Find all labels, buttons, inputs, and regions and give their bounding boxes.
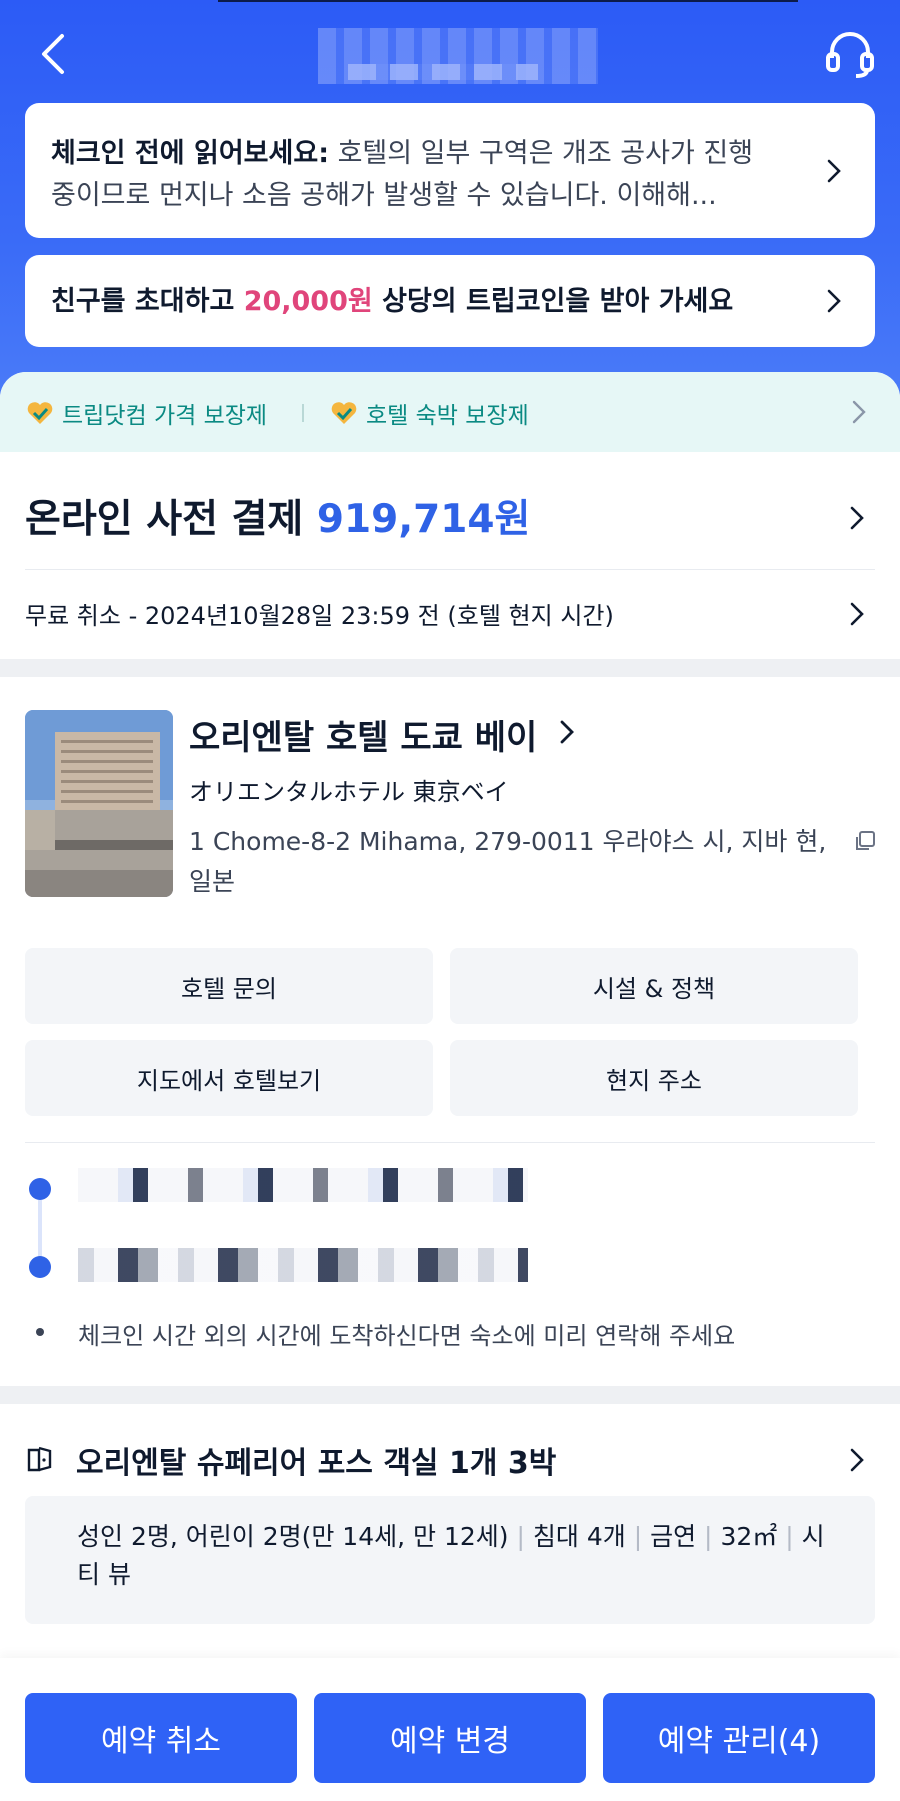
invite-friends-card[interactable]: 친구를 초대하고 20,000원 상당의 트립코인을 받아 가세요 bbox=[25, 255, 875, 347]
view-map-button[interactable]: 지도에서 호텔보기 bbox=[25, 1040, 433, 1116]
guarantee-item-stay: 호텔 숙박 보장제 bbox=[330, 396, 529, 430]
checkin-dot bbox=[29, 1178, 51, 1200]
modify-booking-button[interactable]: 예약 변경 bbox=[314, 1693, 586, 1783]
booking-detail-card bbox=[0, 372, 900, 1692]
room-size: 32㎡ bbox=[720, 1522, 778, 1551]
chevron-right-icon[interactable] bbox=[846, 504, 868, 532]
room-guests: 성인 2명, 어린이 2명(만 14세, 만 12세) bbox=[77, 1522, 509, 1551]
manage-booking-button[interactable]: 예약 관리(4) bbox=[603, 1693, 875, 1783]
room-title[interactable]: 오리엔탈 슈페리어 포스 객실 1개 3박 bbox=[76, 1438, 556, 1482]
guarantee-item-price: 트립닷컴 가격 보장제 bbox=[26, 396, 267, 430]
checkin-notice-title: 체크인 전에 읽어보세요: bbox=[51, 138, 329, 169]
hotel-name-local: オリエンタルホテル 東京ベイ bbox=[189, 778, 509, 806]
guarantee-stay-label: 호텔 숙박 보장제 bbox=[366, 403, 529, 429]
checkin-note: 체크인 시간 외의 시간에 도착하신다면 숙소에 미리 연락해 주세요 bbox=[78, 1322, 736, 1350]
chevron-right-icon bbox=[827, 289, 841, 313]
local-address-button[interactable]: 현지 주소 bbox=[450, 1040, 858, 1116]
headset-icon[interactable] bbox=[822, 26, 878, 82]
divider bbox=[25, 569, 875, 570]
guarantee-divider bbox=[302, 404, 304, 422]
contact-hotel-button[interactable]: 호텔 문의 bbox=[25, 948, 433, 1024]
guarantee-banner[interactable]: 트립닷컴 가격 보장제 호텔 숙박 보장제 bbox=[0, 372, 900, 452]
section-separator bbox=[0, 659, 900, 677]
invite-suffix: 상당의 트립코인을 받아 가세요 bbox=[372, 286, 734, 317]
chevron-right-icon[interactable] bbox=[846, 1446, 868, 1474]
section-separator bbox=[0, 1386, 900, 1404]
heart-check-icon bbox=[331, 402, 357, 424]
payment-label: 온라인 사전 결제 bbox=[25, 497, 317, 542]
checkout-date-redacted bbox=[78, 1248, 528, 1282]
separator: | bbox=[633, 1522, 643, 1551]
back-icon[interactable] bbox=[28, 26, 84, 82]
bullet bbox=[36, 1328, 44, 1336]
checkin-notice-card[interactable]: 체크인 전에 읽어보세요: 호텔의 일부 구역은 개조 공사가 진행 중이므로 … bbox=[25, 103, 875, 238]
door-icon bbox=[25, 1444, 55, 1474]
room-details: 성인 2명, 어린이 2명(만 14세, 만 12세) | 침대 4개 | 금연… bbox=[25, 1496, 875, 1624]
divider bbox=[25, 1142, 875, 1143]
room-smoking: 금연 bbox=[650, 1522, 697, 1551]
chevron-right-icon bbox=[827, 159, 841, 183]
heart-check-icon bbox=[27, 402, 53, 424]
invite-prefix: 친구를 초대하고 bbox=[51, 286, 244, 317]
payment-amount: 919,714원 bbox=[316, 497, 531, 542]
timeline-line bbox=[38, 1200, 42, 1258]
copy-icon[interactable] bbox=[852, 828, 878, 854]
chevron-right-icon[interactable] bbox=[846, 600, 868, 628]
guarantee-price-label: 트립닷컴 가격 보장제 bbox=[62, 403, 268, 429]
checkin-date-redacted bbox=[78, 1168, 528, 1202]
payment-summary[interactable]: 온라인 사전 결제 919,714원 bbox=[25, 488, 530, 544]
cancel-booking-button[interactable]: 예약 취소 bbox=[25, 1693, 297, 1783]
hotel-photo[interactable] bbox=[25, 710, 173, 897]
chevron-right-icon bbox=[852, 400, 866, 424]
status-bar-line bbox=[218, 0, 798, 2]
invite-text: 친구를 초대하고 20,000원 상당의 트립코인을 받아 가세요 bbox=[51, 281, 785, 323]
free-cancellation-info[interactable]: 무료 취소 - 2024년10월28일 23:59 전 (호텔 현지 시간) bbox=[25, 596, 614, 631]
checkout-dot bbox=[29, 1256, 51, 1278]
header-title-redacted bbox=[318, 28, 598, 84]
hotel-address: 1 Chome-8-2 Mihama, 279-0011 우라야스 시, 지바 … bbox=[189, 827, 827, 896]
invite-amount: 20,000원 bbox=[243, 286, 373, 317]
separator: | bbox=[704, 1522, 713, 1551]
room-beds: 침대 4개 bbox=[532, 1522, 626, 1551]
facilities-policies-button[interactable]: 시설 & 정책 bbox=[450, 948, 858, 1024]
separator: | bbox=[785, 1522, 794, 1551]
checkin-notice-text: 체크인 전에 읽어보세요: 호텔의 일부 구역은 개조 공사가 진행 중이므로 … bbox=[51, 133, 785, 217]
separator: | bbox=[516, 1522, 525, 1551]
chevron-right-icon[interactable] bbox=[556, 718, 578, 746]
hotel-name[interactable]: 오리엔탈 호텔 도쿄 베이 bbox=[189, 710, 537, 759]
